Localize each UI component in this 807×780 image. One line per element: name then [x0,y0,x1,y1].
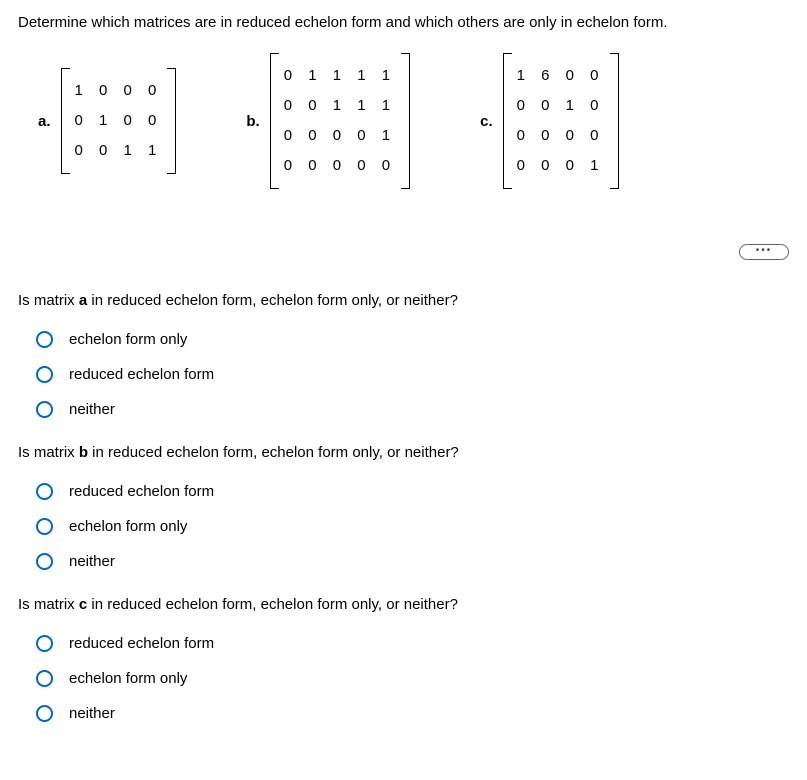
option-label: neither [69,551,115,572]
option-label: neither [69,703,115,724]
option-row: neither [36,551,789,572]
qb-bold: b [79,444,88,461]
matrix-label-c: c. [480,111,493,132]
problem-title: Determine which matrices are in reduced … [18,12,789,33]
matrix-c: 1 6 0 0 0 0 1 0 0 0 0 0 0 0 0 1 [503,53,619,189]
radio-b-1[interactable] [36,518,53,535]
qc-suffix: in reduced echelon form, echelon form on… [87,596,458,613]
matrix-b: 0 1 1 1 1 0 0 1 1 1 0 0 0 0 1 0 0 0 0 0 [270,53,410,189]
radio-a-0[interactable] [36,331,53,348]
option-row: reduced echelon form [36,481,789,502]
option-label: reduced echelon form [69,364,214,385]
option-label: echelon form only [69,516,187,537]
qc-prefix: Is matrix [18,596,79,613]
option-row: echelon form only [36,668,789,689]
option-label: reduced echelon form [69,481,214,502]
option-row: reduced echelon form [36,633,789,654]
option-label: echelon form only [69,668,187,689]
option-label: reduced echelon form [69,633,214,654]
option-label: echelon form only [69,329,187,350]
question-text-b: Is matrix b in reduced echelon form, ech… [18,442,789,463]
matrix-a: 1 0 0 0 0 1 0 0 0 0 1 1 [61,68,177,174]
radio-b-0[interactable] [36,483,53,500]
radio-c-0[interactable] [36,635,53,652]
qb-suffix: in reduced echelon form, echelon form on… [88,444,459,461]
question-block-a: Is matrix a in reduced echelon form, ech… [18,290,789,420]
option-row: neither [36,399,789,420]
qa-prefix: Is matrix [18,292,79,309]
options-c: reduced echelon form echelon form only n… [36,633,789,724]
option-label: neither [69,399,115,420]
matrices-row: a. 1 0 0 0 0 1 0 0 0 0 1 1 b. 0 1 1 1 1 … [38,53,789,189]
qa-bold: a [79,292,87,309]
radio-c-2[interactable] [36,705,53,722]
options-a: echelon form only reduced echelon form n… [36,329,789,420]
option-row: echelon form only [36,516,789,537]
qa-suffix: in reduced echelon form, echelon form on… [87,292,458,309]
matrix-a-content: 1 0 0 0 0 1 0 0 0 0 1 1 [75,76,163,166]
qb-prefix: Is matrix [18,444,79,461]
question-text-a: Is matrix a in reduced echelon form, ech… [18,290,789,311]
radio-b-2[interactable] [36,553,53,570]
matrix-b-content: 0 1 1 1 1 0 0 1 1 1 0 0 0 0 1 0 0 0 0 0 [284,61,396,181]
more-button[interactable]: ••• [739,244,789,260]
matrix-block-b: b. 0 1 1 1 1 0 0 1 1 1 0 0 0 0 1 0 0 0 0… [246,53,410,189]
question-block-c: Is matrix c in reduced echelon form, ech… [18,594,789,724]
radio-a-2[interactable] [36,401,53,418]
matrix-c-content: 1 6 0 0 0 0 1 0 0 0 0 0 0 0 0 1 [517,61,605,181]
radio-c-1[interactable] [36,670,53,687]
option-row: reduced echelon form [36,364,789,385]
qc-bold: c [79,596,87,613]
matrix-block-a: a. 1 0 0 0 0 1 0 0 0 0 1 1 [38,68,176,174]
matrix-label-b: b. [246,111,259,132]
question-block-b: Is matrix b in reduced echelon form, ech… [18,442,789,572]
matrix-label-a: a. [38,111,51,132]
option-row: echelon form only [36,329,789,350]
radio-a-1[interactable] [36,366,53,383]
matrix-block-c: c. 1 6 0 0 0 0 1 0 0 0 0 0 0 0 0 1 [480,53,618,189]
options-b: reduced echelon form echelon form only n… [36,481,789,572]
option-row: neither [36,703,789,724]
question-text-c: Is matrix c in reduced echelon form, ech… [18,594,789,615]
more-container: ••• [18,244,789,260]
